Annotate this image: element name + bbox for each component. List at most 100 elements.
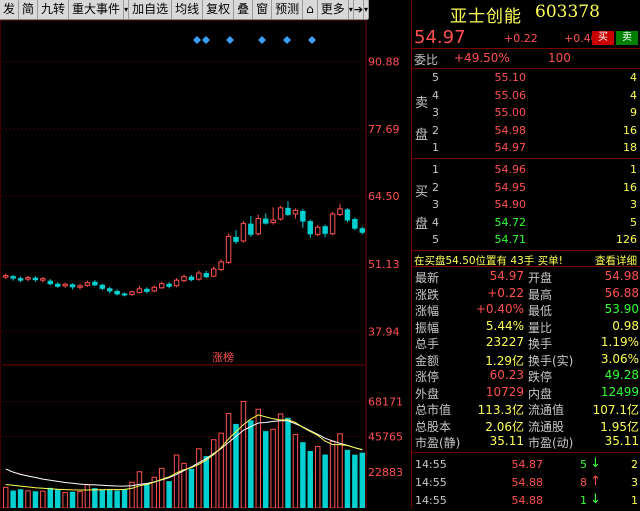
tail-chevron-icon[interactable]: ▾ [364, 0, 370, 19]
toolbar-item-fa[interactable]: 发 [0, 0, 20, 19]
volume-bar [285, 417, 291, 508]
volume-bar [196, 448, 202, 508]
stat-label: 金额 [415, 353, 440, 368]
stat-label: 总手 [415, 337, 440, 351]
toolbar-item-window[interactable]: 窗 [253, 0, 273, 19]
candle-body [352, 219, 358, 229]
volume-bar [84, 484, 91, 508]
sell-button[interactable]: 卖 [616, 31, 638, 45]
candle-body [337, 208, 343, 215]
volume-bar [25, 490, 31, 508]
toolbar-item-overlay[interactable]: 叠 [234, 0, 254, 19]
toolbar-item-forecast[interactable]: 预测 [272, 0, 304, 19]
level-number: 4 [432, 215, 439, 229]
candle-body [181, 276, 187, 282]
candle-body [54, 283, 61, 287]
ask-level-1[interactable]: 1 54.97 18 [412, 140, 640, 156]
tick-row: 14:55 54.88 1 ↓ 1 [412, 491, 640, 511]
price-tick-label: 37.94 [368, 325, 400, 338]
candle-body [359, 228, 366, 233]
bid-level-1[interactable]: 1 54.96 1 [412, 162, 640, 178]
stat-label: 最新 [415, 271, 440, 285]
volume-bar [136, 471, 143, 508]
tick-quantity: 1 [580, 494, 587, 507]
candle-body [2, 275, 9, 278]
candle-body [188, 276, 195, 281]
volume-bar [344, 449, 351, 508]
level-price: 55.06 [494, 88, 527, 102]
tick-time: 14:55 [415, 458, 447, 471]
stats-row: 总手 23227 换手 1.19% [412, 335, 640, 351]
tick-row: 14:55 54.88 8 ↑ 3 [412, 473, 640, 493]
bid-level-4[interactable]: 4 54.72 5 [412, 215, 640, 231]
export-icon[interactable]: ➔ [354, 0, 365, 19]
arrow-up-icon: ↑ [590, 474, 601, 489]
toolbar-item-add-watchlist[interactable]: 加自选 [129, 0, 173, 19]
pin-icon[interactable]: ⌂ [303, 0, 318, 19]
toolbar-item-adjust[interactable]: 复权 [203, 0, 235, 19]
quote-panel: 亚士创能 603378 54.97 +0.22 +0.40% 买 卖 委比 +4… [412, 0, 640, 508]
level-volume: 18 [623, 141, 637, 154]
bid-level-5[interactable]: 5 54.71 126 [412, 232, 640, 248]
stat-value: 56.88 [604, 285, 639, 300]
bid-level-3[interactable]: 3 54.90 3 [412, 197, 640, 213]
candlestick-series [2, 201, 366, 297]
level-price: 54.90 [494, 198, 527, 211]
chart-grid [0, 20, 367, 508]
toolbar-item-more[interactable]: 更多 [318, 0, 349, 19]
candle-body [158, 283, 165, 289]
stat-label: 总股本 [415, 419, 452, 434]
volume-bar [203, 456, 210, 508]
toolbar-item-moving-average[interactable]: 均线 [172, 0, 204, 19]
candle-body [300, 210, 306, 222]
ask-level-5[interactable]: 5 55.10 4 [412, 70, 640, 86]
last-price: 54.97 [414, 27, 466, 48]
signal-diamond [193, 36, 201, 44]
stat-label: 内盘 [528, 386, 553, 401]
candle-body [262, 218, 269, 224]
tick-time: 14:55 [415, 476, 447, 489]
volume-bar [77, 490, 83, 508]
level-number: 2 [432, 123, 439, 137]
volume-bar [218, 432, 224, 508]
stat-value: 54.97 [489, 269, 524, 283]
candle-body [329, 213, 336, 235]
stats-row: 总股本 2.06亿 流通股 1.95亿 [412, 418, 640, 434]
toolbar-item-jian[interactable]: 简 [19, 0, 39, 19]
chart-toolbar: 发 简 九转 重大事件 ▾ 加自选 均线 复权 叠 窗 预测 ⌂ 更多 ▾ ➔ … [0, 0, 370, 20]
stat-value: 10729 [485, 384, 524, 399]
buy-button[interactable]: 买 [592, 31, 614, 45]
stat-label: 换手 [528, 337, 553, 351]
stat-label: 开盘 [528, 271, 553, 285]
kline-chart[interactable]: 90.88 77.69 64.50 51.13 37.94 68171 45765 22883… [0, 20, 411, 508]
ask-level-2[interactable]: 2 54.98 16 [412, 123, 640, 139]
tick-count: 2 [631, 458, 638, 471]
stat-label: 市盈(静) [415, 436, 461, 450]
level-number: 1 [432, 163, 439, 176]
candle-body [322, 226, 328, 234]
toolbar-item-major-events[interactable]: 重大事件 [69, 0, 125, 19]
stats-row: 外盘 10729 内盘 12499 [412, 384, 640, 401]
volume-bar [17, 489, 24, 508]
candle-body [225, 235, 232, 263]
bid-level-2[interactable]: 2 54.95 16 [412, 180, 640, 196]
candle-body [114, 290, 120, 295]
volume-bar [2, 486, 9, 508]
level-volume: 1 [630, 163, 637, 176]
tick-time: 14:55 [415, 494, 447, 507]
toolbar-item-jiuzhuan[interactable]: 九转 [38, 0, 70, 19]
level-price: 54.98 [494, 123, 527, 137]
candle-body [210, 268, 217, 277]
tick-count: 3 [631, 476, 638, 489]
arrow-down-icon: ↓ [590, 492, 601, 507]
candle-body [203, 273, 210, 278]
candle-body [77, 285, 83, 288]
stat-value: 0.98 [612, 318, 639, 333]
ask-level-3[interactable]: 3 55.00 9 [412, 105, 640, 121]
ask-level-4[interactable]: 4 55.06 4 [412, 88, 640, 104]
price-tick-label: 64.50 [368, 190, 400, 203]
level-number: 1 [432, 141, 439, 154]
volume-bar [158, 467, 165, 508]
candle-body [196, 272, 202, 280]
level-number: 4 [432, 88, 439, 102]
